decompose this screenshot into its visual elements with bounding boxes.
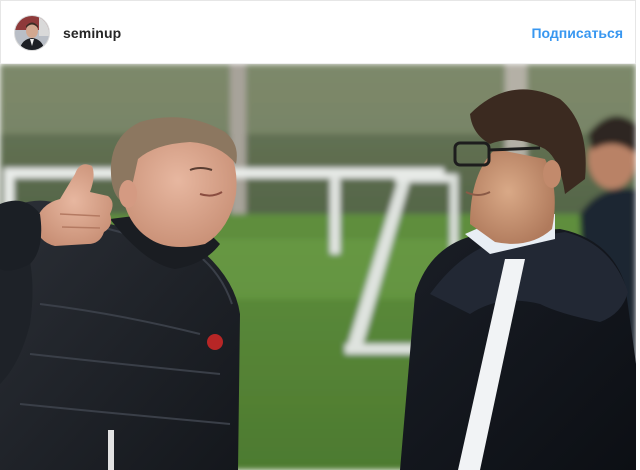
post-header: seminup Подписаться <box>0 0 636 64</box>
instagram-post: seminup Подписаться <box>0 0 640 470</box>
post-photo <box>0 64 636 470</box>
post-photo-image <box>0 64 636 470</box>
post-username[interactable]: seminup <box>63 25 121 42</box>
avatar-image <box>15 16 49 50</box>
follow-button[interactable]: Подписаться <box>531 25 623 42</box>
profile-photo-icon[interactable] <box>14 15 50 51</box>
